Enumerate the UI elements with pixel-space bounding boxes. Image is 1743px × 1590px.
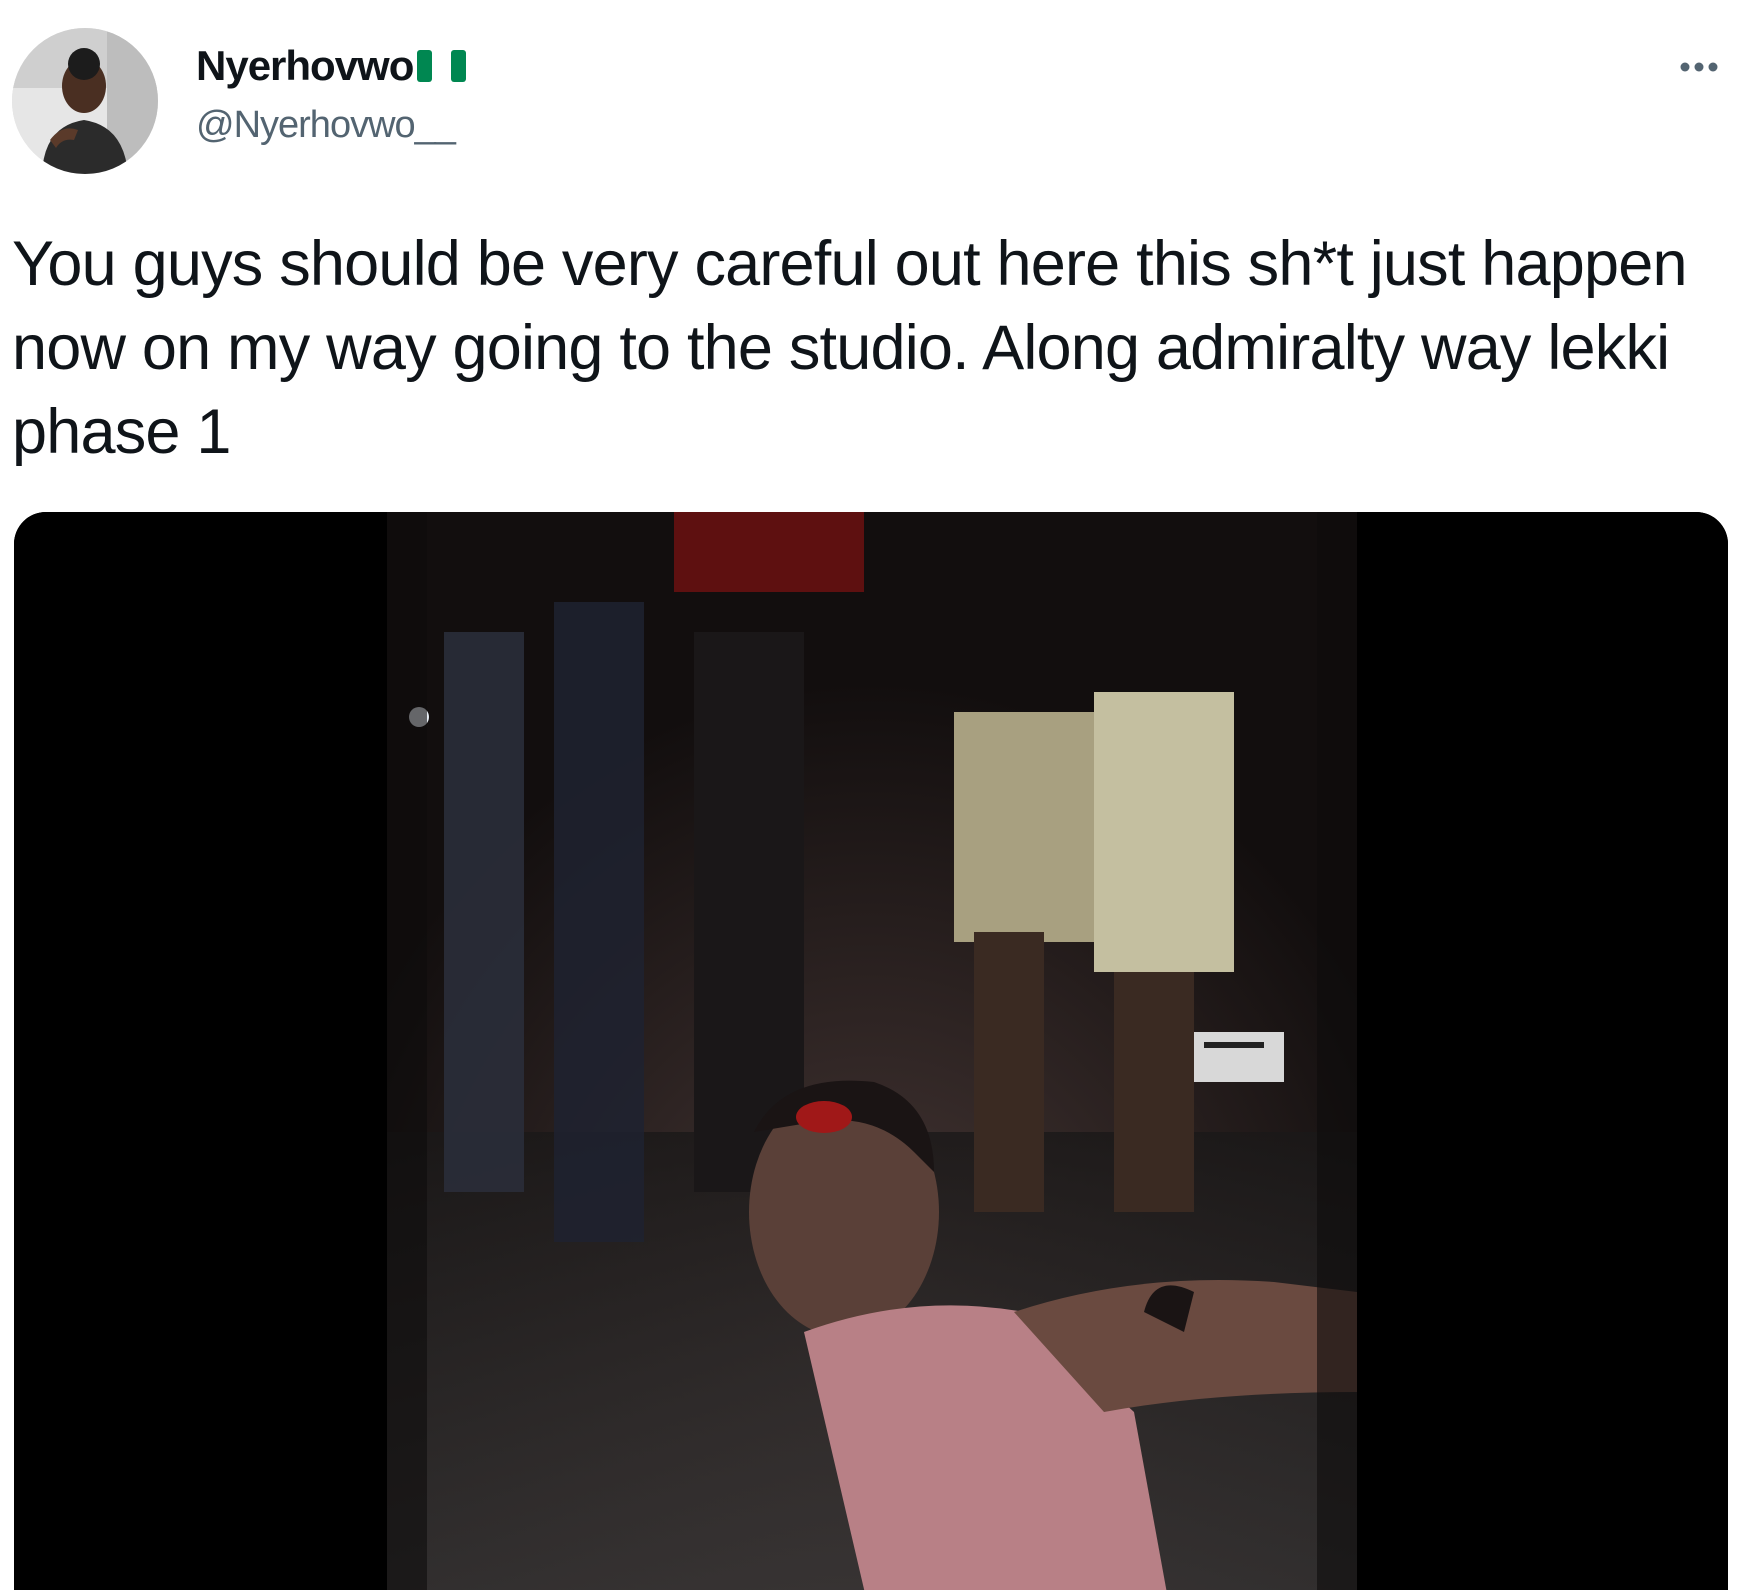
nigeria-flag-icon bbox=[415, 46, 469, 86]
avatar-photo bbox=[12, 28, 158, 174]
author-handle[interactable]: @Nyerhovwo__ bbox=[196, 104, 456, 147]
more-options-button[interactable] bbox=[1669, 52, 1729, 82]
tweet-text: You guys should be very careful out here… bbox=[12, 229, 1687, 467]
more-options-icon bbox=[1680, 62, 1718, 72]
tweet: Nyerhovwo @Nyerhovwo__ You guys should b… bbox=[0, 0, 1743, 1590]
tweet-media[interactable] bbox=[14, 512, 1728, 1590]
author-display-name[interactable]: Nyerhovwo bbox=[196, 42, 414, 90]
embedded-video-frame bbox=[14, 512, 1728, 1590]
author-name-row[interactable]: Nyerhovwo bbox=[196, 42, 469, 90]
avatar[interactable] bbox=[12, 28, 158, 174]
